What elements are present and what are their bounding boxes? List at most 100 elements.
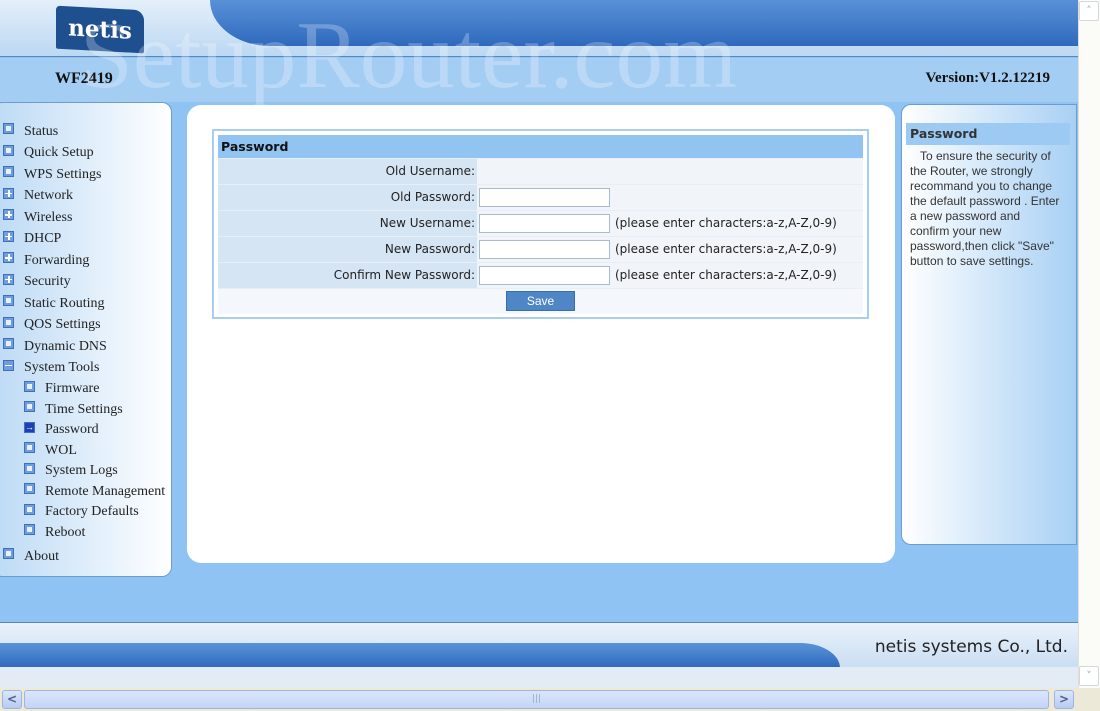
bullet-icon <box>24 442 35 454</box>
bullet-icon <box>3 144 14 156</box>
main-panel: Password Old Username: Old Password: New… <box>187 105 895 563</box>
confirm-password-hint: (please enter characters:a-z,A-Z,0-9) <box>615 267 837 282</box>
sidebar-item-static-routing[interactable]: Static Routing <box>0 293 171 315</box>
new-password-input[interactable] <box>479 239 610 259</box>
new-password-hint: (please enter characters:a-z,A-Z,0-9) <box>615 241 837 256</box>
sidebar-item-wps-settings[interactable]: WPS Settings <box>0 164 171 186</box>
form-row-confirm-password: Confirm New Password: (please enter char… <box>218 261 863 288</box>
sidebar-item-password[interactable]: → Password <box>0 420 171 441</box>
sidebar-item-label: Remote Management <box>45 483 166 499</box>
header-swoosh <box>210 0 1078 46</box>
old-username-value <box>477 157 863 184</box>
sidebar-item-label: Dynamic DNS <box>24 338 107 354</box>
sidebar-item-network[interactable]: Network <box>0 186 171 208</box>
bullet-icon <box>3 548 14 560</box>
old-username-label: Old Username: <box>218 157 477 184</box>
vertical-scrollbar[interactable]: ˄ ˅ <box>1078 0 1100 688</box>
expand-plus-icon <box>3 187 14 199</box>
header: netis <box>0 0 1078 57</box>
sidebar-item-label: Factory Defaults <box>45 504 139 520</box>
sidebar-item-label: Firmware <box>45 381 100 397</box>
bullet-icon <box>24 503 35 515</box>
sidebar-item-system-logs[interactable]: System Logs <box>0 461 171 482</box>
bullet-icon <box>3 316 14 328</box>
sidebar-item-wol[interactable]: WOL <box>0 441 171 462</box>
new-username-hint: (please enter characters:a-z,A-Z,0-9) <box>615 215 837 230</box>
sidebar-item-label: QOS Settings <box>24 317 101 333</box>
bullet-icon <box>24 524 35 536</box>
sidebar-item-label: Wireless <box>24 209 73 225</box>
sidebar-item-label: Forwarding <box>24 252 90 268</box>
netis-logo: netis <box>56 5 144 54</box>
confirm-password-label: Confirm New Password: <box>218 261 477 288</box>
help-text: To ensure the security of the Router, we… <box>910 149 1060 268</box>
new-username-input[interactable] <box>479 213 610 233</box>
company-name: netis systems Co., Ltd. <box>874 637 1068 657</box>
arrow-right-icon: → <box>24 421 35 433</box>
sidebar-item-dhcp[interactable]: DHCP <box>0 229 171 251</box>
collapse-minus-icon <box>3 359 14 371</box>
form-row-old-username: Old Username: <box>218 157 863 184</box>
bullet-icon <box>3 338 14 350</box>
expand-plus-icon <box>3 230 14 242</box>
scroll-left-button[interactable]: < <box>2 690 22 709</box>
sidebar-item-time-settings[interactable]: Time Settings <box>0 400 171 421</box>
sidebar-item-qos-settings[interactable]: QOS Settings <box>0 315 171 337</box>
sidebar-item-status[interactable]: Status <box>0 121 171 143</box>
sidebar-nav: Status Quick Setup WPS Settings Network Wire… <box>0 102 172 577</box>
horizontal-scroll-thumb[interactable]: ||| <box>24 690 1049 709</box>
footer: netis systems Co., Ltd. <box>0 622 1078 668</box>
form-title: Password <box>218 135 863 158</box>
sidebar-item-reboot[interactable]: Reboot <box>0 523 171 544</box>
old-password-input[interactable] <box>479 187 610 207</box>
scroll-right-button[interactable]: > <box>1054 690 1074 709</box>
sidebar-item-remote-management[interactable]: Remote Management <box>0 482 171 503</box>
sidebar-item-system-tools[interactable]: System Tools <box>0 358 171 380</box>
scroll-up-button[interactable]: ˄ <box>1079 1 1099 21</box>
sidebar-item-label: Status <box>24 123 59 139</box>
sidebar-item-label: System Logs <box>45 463 118 479</box>
new-password-label: New Password: <box>218 235 477 262</box>
password-form: Password Old Username: Old Password: New… <box>212 129 869 319</box>
save-button[interactable]: Save <box>506 291 575 312</box>
sidebar-item-security[interactable]: Security <box>0 272 171 294</box>
scroll-down-button[interactable]: ˅ <box>1079 666 1099 686</box>
sidebar-item-label: About <box>24 548 59 564</box>
sidebar-item-dynamic-dns[interactable]: Dynamic DNS <box>0 336 171 358</box>
sidebar-item-label: Password <box>45 422 99 438</box>
router-admin-page: netis WF2419 Version:V1.2.12219 Status Qu… <box>0 0 1078 688</box>
bullet-icon <box>24 462 35 474</box>
bullet-icon <box>3 166 14 178</box>
sidebar-item-label: WOL <box>45 442 77 458</box>
sidebar-item-label: System Tools <box>24 360 100 376</box>
sidebar-item-firmware[interactable]: Firmware <box>0 379 171 400</box>
sidebar-item-label: Time Settings <box>45 401 123 417</box>
help-panel: Password To ensure the security of the R… <box>901 104 1077 545</box>
confirm-password-input[interactable] <box>479 265 610 285</box>
sidebar-item-label: Static Routing <box>24 295 105 311</box>
sidebar-item-forwarding[interactable]: Forwarding <box>0 250 171 272</box>
sidebar-item-label: Reboot <box>45 524 86 540</box>
expand-plus-icon <box>3 252 14 264</box>
sidebar-item-wireless[interactable]: Wireless <box>0 207 171 229</box>
model-name: WF2419 <box>55 70 113 87</box>
model-band <box>0 58 1078 102</box>
help-title: Password <box>906 123 1070 145</box>
sidebar-item-label: Security <box>24 274 71 290</box>
new-username-label: New Username: <box>218 209 477 236</box>
sidebar-item-label: WPS Settings <box>24 166 102 182</box>
bullet-icon <box>3 123 14 135</box>
sidebar-item-label: Quick Setup <box>24 145 94 161</box>
form-row-new-username: New Username: (please enter characters:a… <box>218 209 863 236</box>
form-row-old-password: Old Password: <box>218 183 863 210</box>
sidebar-item-quick-setup[interactable]: Quick Setup <box>0 143 171 165</box>
sidebar-item-about[interactable]: About <box>0 546 171 568</box>
sidebar-item-label: Network <box>24 188 73 204</box>
expand-plus-icon <box>3 209 14 221</box>
bullet-icon <box>24 483 35 495</box>
bullet-icon <box>3 295 14 307</box>
form-row-new-password: New Password: (please enter characters:a… <box>218 235 863 262</box>
horizontal-scrollbar[interactable]: < ||| > <box>0 688 1100 711</box>
sidebar-item-factory-defaults[interactable]: Factory Defaults <box>0 502 171 523</box>
expand-plus-icon <box>3 273 14 285</box>
